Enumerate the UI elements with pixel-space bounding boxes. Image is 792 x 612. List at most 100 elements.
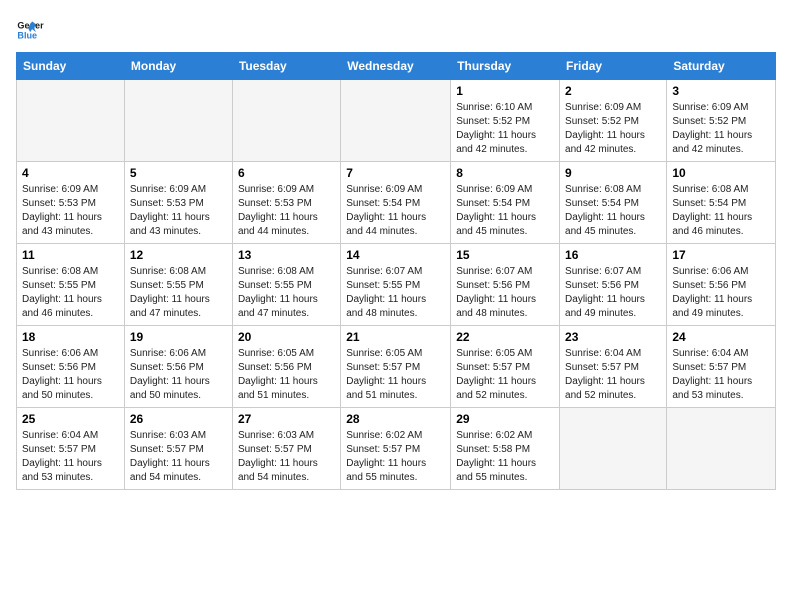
day-number: 27 <box>238 412 335 426</box>
calendar-cell: 16 Sunrise: 6:07 AM Sunset: 5:56 PM Dayli… <box>560 244 667 326</box>
day-info: Sunrise: 6:08 AM Sunset: 5:55 PM Dayligh… <box>238 265 335 321</box>
calendar-week-5: 25 Sunrise: 6:04 AM Sunset: 5:57 PM Dayli… <box>17 408 776 490</box>
calendar-cell <box>560 408 667 490</box>
day-info: Sunrise: 6:09 AM Sunset: 5:53 PM Dayligh… <box>22 183 119 239</box>
calendar-cell: 24 Sunrise: 6:04 AM Sunset: 5:57 PM Dayli… <box>667 326 776 408</box>
day-info: Sunrise: 6:06 AM Sunset: 5:56 PM Dayligh… <box>22 347 119 403</box>
day-info: Sunrise: 6:06 AM Sunset: 5:56 PM Dayligh… <box>130 347 227 403</box>
calendar-header-row: SundayMondayTuesdayWednesdayThursdayFrid… <box>17 53 776 80</box>
day-number: 25 <box>22 412 119 426</box>
day-number: 3 <box>672 84 770 98</box>
calendar-cell: 28 Sunrise: 6:02 AM Sunset: 5:57 PM Dayli… <box>341 408 451 490</box>
calendar-cell: 11 Sunrise: 6:08 AM Sunset: 5:55 PM Dayli… <box>17 244 125 326</box>
header-monday: Monday <box>124 53 232 80</box>
day-number: 15 <box>456 248 554 262</box>
day-info: Sunrise: 6:08 AM Sunset: 5:55 PM Dayligh… <box>130 265 227 321</box>
day-number: 29 <box>456 412 554 426</box>
day-info: Sunrise: 6:09 AM Sunset: 5:53 PM Dayligh… <box>238 183 335 239</box>
day-number: 22 <box>456 330 554 344</box>
day-number: 9 <box>565 166 661 180</box>
day-info: Sunrise: 6:02 AM Sunset: 5:58 PM Dayligh… <box>456 429 554 485</box>
day-info: Sunrise: 6:09 AM Sunset: 5:54 PM Dayligh… <box>346 183 445 239</box>
calendar-cell <box>232 80 340 162</box>
calendar-cell: 5 Sunrise: 6:09 AM Sunset: 5:53 PM Daylig… <box>124 162 232 244</box>
calendar-week-2: 4 Sunrise: 6:09 AM Sunset: 5:53 PM Daylig… <box>17 162 776 244</box>
calendar-cell: 19 Sunrise: 6:06 AM Sunset: 5:56 PM Dayli… <box>124 326 232 408</box>
calendar-cell: 14Sunrise: 6:07 AM Sunset: 5:55 PM Dayli… <box>341 244 451 326</box>
day-info: Sunrise: 6:09 AM Sunset: 5:54 PM Dayligh… <box>456 183 554 239</box>
day-info: Sunrise: 6:05 AM Sunset: 5:57 PM Dayligh… <box>346 347 445 403</box>
calendar-cell: 2 Sunrise: 6:09 AM Sunset: 5:52 PM Daylig… <box>560 80 667 162</box>
calendar-cell: 1Sunrise: 6:10 AM Sunset: 5:52 PM Daylig… <box>451 80 560 162</box>
calendar-cell: 20 Sunrise: 6:05 AM Sunset: 5:56 PM Dayli… <box>232 326 340 408</box>
calendar-cell: 21 Sunrise: 6:05 AM Sunset: 5:57 PM Dayli… <box>341 326 451 408</box>
day-number: 16 <box>565 248 661 262</box>
calendar-cell: 29 Sunrise: 6:02 AM Sunset: 5:58 PM Dayli… <box>451 408 560 490</box>
calendar-cell: 10 Sunrise: 6:08 AM Sunset: 5:54 PM Dayli… <box>667 162 776 244</box>
day-number: 6 <box>238 166 335 180</box>
header-saturday: Saturday <box>667 53 776 80</box>
calendar-cell: 4 Sunrise: 6:09 AM Sunset: 5:53 PM Daylig… <box>17 162 125 244</box>
day-info: Sunrise: 6:04 AM Sunset: 5:57 PM Dayligh… <box>22 429 119 485</box>
day-info: Sunrise: 6:09 AM Sunset: 5:52 PM Dayligh… <box>565 101 661 157</box>
logo: General Blue <box>16 16 50 44</box>
day-info: Sunrise: 6:03 AM Sunset: 5:57 PM Dayligh… <box>130 429 227 485</box>
calendar-cell: 26 Sunrise: 6:03 AM Sunset: 5:57 PM Dayli… <box>124 408 232 490</box>
header-wednesday: Wednesday <box>341 53 451 80</box>
day-number: 26 <box>130 412 227 426</box>
day-number: 8 <box>456 166 554 180</box>
day-info: Sunrise: 6:05 AM Sunset: 5:57 PM Dayligh… <box>456 347 554 403</box>
calendar-table: SundayMondayTuesdayWednesdayThursdayFrid… <box>16 52 776 490</box>
day-info: Sunrise: 6:02 AM Sunset: 5:57 PM Dayligh… <box>346 429 445 485</box>
day-number: 21 <box>346 330 445 344</box>
day-info: Sunrise: 6:07 AM Sunset: 5:55 PM Dayligh… <box>346 265 445 321</box>
calendar-cell: 13 Sunrise: 6:08 AM Sunset: 5:55 PM Dayli… <box>232 244 340 326</box>
calendar-cell: 22 Sunrise: 6:05 AM Sunset: 5:57 PM Dayli… <box>451 326 560 408</box>
day-number: 12 <box>130 248 227 262</box>
calendar-cell: 9 Sunrise: 6:08 AM Sunset: 5:54 PM Daylig… <box>560 162 667 244</box>
day-info: Sunrise: 6:06 AM Sunset: 5:56 PM Dayligh… <box>672 265 770 321</box>
calendar-week-3: 11 Sunrise: 6:08 AM Sunset: 5:55 PM Dayli… <box>17 244 776 326</box>
day-info: Sunrise: 6:03 AM Sunset: 5:57 PM Dayligh… <box>238 429 335 485</box>
header-sunday: Sunday <box>17 53 125 80</box>
day-info: Sunrise: 6:08 AM Sunset: 5:54 PM Dayligh… <box>672 183 770 239</box>
calendar-week-1: 1Sunrise: 6:10 AM Sunset: 5:52 PM Daylig… <box>17 80 776 162</box>
day-number: 4 <box>22 166 119 180</box>
day-number: 2 <box>565 84 661 98</box>
day-number: 23 <box>565 330 661 344</box>
day-number: 7 <box>346 166 445 180</box>
day-number: 18 <box>22 330 119 344</box>
calendar-cell: 27 Sunrise: 6:03 AM Sunset: 5:57 PM Dayli… <box>232 408 340 490</box>
day-number: 28 <box>346 412 445 426</box>
calendar-cell: 7 Sunrise: 6:09 AM Sunset: 5:54 PM Daylig… <box>341 162 451 244</box>
calendar-cell: 3Sunrise: 6:09 AM Sunset: 5:52 PM Daylig… <box>667 80 776 162</box>
day-info: Sunrise: 6:08 AM Sunset: 5:54 PM Dayligh… <box>565 183 661 239</box>
svg-text:Blue: Blue <box>17 30 37 40</box>
day-info: Sunrise: 6:05 AM Sunset: 5:56 PM Dayligh… <box>238 347 335 403</box>
calendar-cell: 18 Sunrise: 6:06 AM Sunset: 5:56 PM Dayli… <box>17 326 125 408</box>
header-thursday: Thursday <box>451 53 560 80</box>
day-info: Sunrise: 6:04 AM Sunset: 5:57 PM Dayligh… <box>672 347 770 403</box>
header: General Blue <box>16 16 776 44</box>
calendar-week-4: 18 Sunrise: 6:06 AM Sunset: 5:56 PM Dayli… <box>17 326 776 408</box>
calendar-cell <box>124 80 232 162</box>
day-info: Sunrise: 6:07 AM Sunset: 5:56 PM Dayligh… <box>565 265 661 321</box>
header-tuesday: Tuesday <box>232 53 340 80</box>
day-number: 19 <box>130 330 227 344</box>
day-number: 10 <box>672 166 770 180</box>
day-number: 11 <box>22 248 119 262</box>
day-number: 20 <box>238 330 335 344</box>
day-info: Sunrise: 6:09 AM Sunset: 5:53 PM Dayligh… <box>130 183 227 239</box>
calendar-cell: 8 Sunrise: 6:09 AM Sunset: 5:54 PM Daylig… <box>451 162 560 244</box>
day-number: 1 <box>456 84 554 98</box>
day-number: 5 <box>130 166 227 180</box>
day-number: 24 <box>672 330 770 344</box>
calendar-cell: 6 Sunrise: 6:09 AM Sunset: 5:53 PM Daylig… <box>232 162 340 244</box>
logo-icon: General Blue <box>16 16 44 44</box>
day-info: Sunrise: 6:08 AM Sunset: 5:55 PM Dayligh… <box>22 265 119 321</box>
calendar-cell: 25 Sunrise: 6:04 AM Sunset: 5:57 PM Dayli… <box>17 408 125 490</box>
day-number: 13 <box>238 248 335 262</box>
day-number: 17 <box>672 248 770 262</box>
header-friday: Friday <box>560 53 667 80</box>
day-info: Sunrise: 6:04 AM Sunset: 5:57 PM Dayligh… <box>565 347 661 403</box>
